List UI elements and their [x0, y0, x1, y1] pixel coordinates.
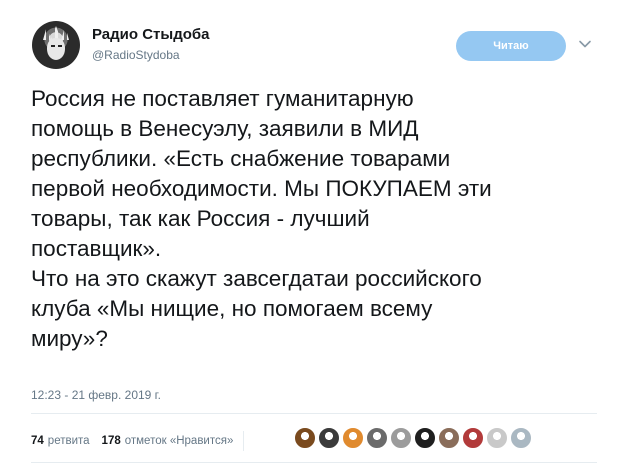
liker-avatars [294, 427, 534, 449]
likes-count: 178 [101, 435, 121, 447]
likes-label: отметок «Нравится» [124, 435, 234, 447]
author-avatar[interactable] [32, 21, 80, 69]
divider [31, 462, 597, 463]
liker-avatar-1[interactable] [294, 427, 316, 449]
chevron-down-icon[interactable] [578, 37, 592, 51]
tweet-stats: 74 ретвита 178 отметок «Нравится» [31, 431, 254, 451]
liker-avatar-9[interactable] [486, 427, 508, 449]
retweets-label: ретвита [47, 435, 90, 447]
liker-avatar-10[interactable] [510, 427, 532, 449]
stats-divider [243, 431, 245, 451]
liker-avatar-5[interactable] [390, 427, 412, 449]
liker-avatar-2[interactable] [318, 427, 340, 449]
author-display-name[interactable]: Радио Стыдоба [92, 26, 210, 43]
likes-stat[interactable]: 178 отметок «Нравится» [102, 435, 234, 447]
liker-avatar-3[interactable] [342, 427, 364, 449]
tweet-timestamp[interactable]: 12:23 - 21 февр. 2019 г. [31, 388, 161, 402]
tweet-text: Россия не поставляет гуманитарную помощь… [31, 86, 492, 351]
liker-avatar-6[interactable] [414, 427, 436, 449]
retweets-stat[interactable]: 74 ретвита [31, 435, 90, 447]
avatar-eye [51, 45, 55, 47]
liker-avatar-8[interactable] [462, 427, 484, 449]
avatar-face [47, 38, 65, 60]
liker-avatar-4[interactable] [366, 427, 388, 449]
following-button[interactable]: Читаю [456, 31, 566, 61]
retweets-count: 74 [31, 435, 44, 447]
divider [31, 413, 597, 414]
liker-avatar-7[interactable] [438, 427, 460, 449]
avatar-eye [58, 45, 62, 47]
author-handle[interactable]: @RadioStydoba [92, 48, 180, 62]
